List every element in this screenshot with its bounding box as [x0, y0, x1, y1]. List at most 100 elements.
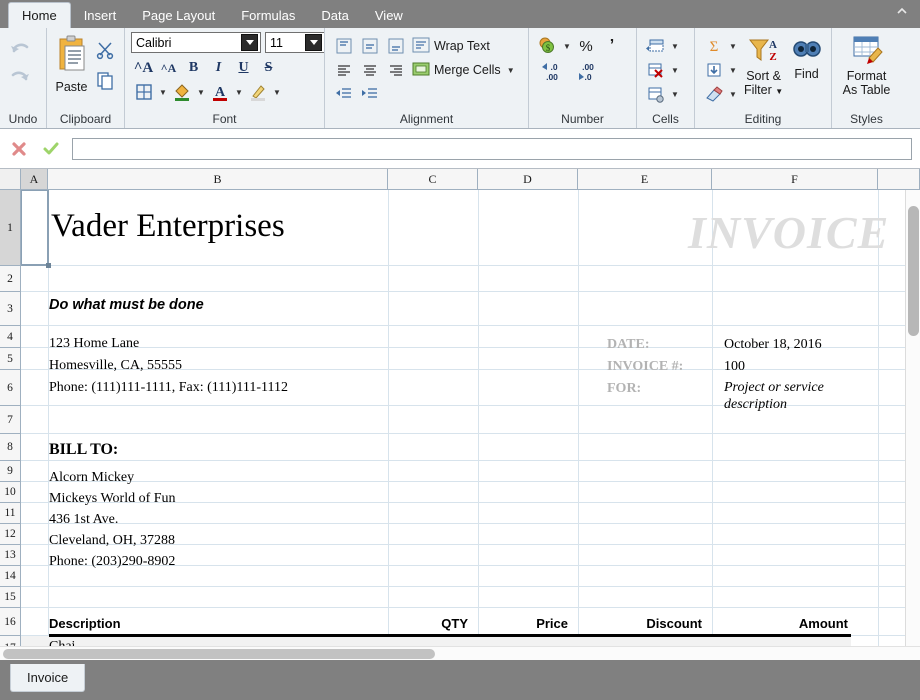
- increase-decimal-icon[interactable]: .0 .00: [537, 58, 571, 84]
- row-header-14[interactable]: 14: [0, 566, 21, 587]
- row-header-13[interactable]: 13: [0, 545, 21, 566]
- select-all-corner[interactable]: [0, 169, 21, 189]
- column-header-c[interactable]: C: [388, 169, 478, 189]
- row-header-2[interactable]: 2: [0, 266, 21, 292]
- decrease-indent-icon[interactable]: [331, 82, 357, 106]
- ribbon-tab-insert[interactable]: Insert: [71, 4, 130, 28]
- bold-button[interactable]: B: [181, 56, 206, 80]
- row-header-15[interactable]: 15: [0, 587, 21, 608]
- row-header-17[interactable]: 17: [0, 636, 21, 646]
- row-header-7[interactable]: 7: [0, 406, 21, 434]
- format-cells-dropdown-icon[interactable]: ▼: [669, 83, 681, 105]
- paste-button[interactable]: Paste: [53, 34, 90, 94]
- row-header-11[interactable]: 11: [0, 503, 21, 524]
- font-name-combo[interactable]: [131, 32, 261, 53]
- merge-cells-dropdown-icon[interactable]: ▼: [505, 59, 517, 81]
- currency-icon[interactable]: $: [535, 34, 561, 58]
- insert-cells-dropdown-icon[interactable]: ▼: [669, 35, 681, 57]
- italic-button[interactable]: I: [206, 56, 231, 80]
- sheet-tab-invoice[interactable]: Invoice: [10, 664, 86, 692]
- format-cells-icon[interactable]: [643, 82, 669, 106]
- currency-dropdown-icon[interactable]: ▼: [561, 35, 573, 57]
- clear-dropdown-icon[interactable]: ▼: [727, 83, 739, 105]
- sheet-canvas[interactable]: Vader Enterprises INVOICE Do what must b…: [21, 190, 920, 646]
- align-center-icon[interactable]: [357, 58, 383, 82]
- row-header-3[interactable]: 3: [0, 292, 21, 326]
- ribbon-tab-data[interactable]: Data: [308, 4, 361, 28]
- delete-cells-dropdown-icon[interactable]: ▼: [669, 59, 681, 81]
- font-size-input[interactable]: [266, 33, 305, 52]
- align-middle-icon[interactable]: [357, 34, 383, 58]
- row-header-6[interactable]: 6: [0, 370, 21, 406]
- selected-cell-a1[interactable]: [21, 190, 49, 266]
- accept-check-icon[interactable]: [40, 138, 62, 160]
- scissors-icon[interactable]: [92, 38, 118, 62]
- grow-font-icon[interactable]: ^A: [131, 56, 156, 80]
- highlight-dropdown-icon[interactable]: ▼: [271, 81, 283, 103]
- font-color-icon[interactable]: A: [207, 80, 233, 104]
- row-header-1[interactable]: 1: [0, 190, 21, 266]
- fill-handle[interactable]: [46, 263, 51, 268]
- formula-input[interactable]: [72, 137, 912, 160]
- vertical-scrollbar[interactable]: [905, 190, 920, 646]
- horizontal-scrollbar-thumb[interactable]: [3, 649, 435, 659]
- fill-down-icon[interactable]: [701, 58, 727, 82]
- font-name-dropdown-icon[interactable]: [241, 34, 258, 51]
- delete-cells-icon[interactable]: [643, 58, 669, 82]
- merge-cells-button[interactable]: Merge Cells ▼: [409, 58, 520, 82]
- sort-and-filter-button[interactable]: A Z Sort & Filter ▼: [739, 34, 788, 99]
- fill-color-icon[interactable]: [169, 80, 195, 104]
- strikethrough-button[interactable]: S: [256, 56, 281, 80]
- ribbon-tab-view[interactable]: View: [362, 4, 416, 28]
- column-header-f[interactable]: F: [712, 169, 878, 189]
- column-header-a[interactable]: A: [21, 169, 48, 189]
- row-header-16[interactable]: 16: [0, 608, 21, 636]
- font-color-dropdown-icon[interactable]: ▼: [233, 81, 245, 103]
- wrap-text-button[interactable]: Wrap Text: [409, 34, 493, 58]
- redo-arrow-icon[interactable]: [6, 64, 34, 90]
- ribbon-tab-page-layout[interactable]: Page Layout: [129, 4, 228, 28]
- underline-button[interactable]: U: [231, 56, 256, 80]
- decrease-decimal-icon[interactable]: .00 .0: [571, 58, 605, 84]
- row-header-4[interactable]: 4: [0, 326, 21, 348]
- comma-style-button[interactable]: ’: [599, 34, 625, 58]
- autosum-dropdown-icon[interactable]: ▼: [727, 35, 739, 57]
- collapse-ribbon-icon[interactable]: [894, 4, 910, 20]
- copy-icon[interactable]: [92, 68, 118, 92]
- row-header-8[interactable]: 8: [0, 434, 21, 461]
- vertical-scrollbar-thumb[interactable]: [908, 206, 919, 336]
- horizontal-scrollbar[interactable]: [0, 646, 920, 660]
- column-header-b[interactable]: B: [48, 169, 388, 189]
- fill-dropdown-icon[interactable]: ▼: [727, 59, 739, 81]
- row-header-9[interactable]: 9: [0, 461, 21, 482]
- font-name-input[interactable]: [132, 33, 241, 52]
- autosum-sigma-icon[interactable]: Σ: [701, 34, 727, 58]
- insert-cells-icon[interactable]: [643, 34, 669, 58]
- percent-style-button[interactable]: %: [573, 34, 599, 58]
- row-header-5[interactable]: 5: [0, 348, 21, 370]
- font-size-combo[interactable]: [265, 32, 325, 53]
- ribbon-tab-formulas[interactable]: Formulas: [228, 4, 308, 28]
- align-bottom-icon[interactable]: [383, 34, 409, 58]
- column-header-g[interactable]: [878, 169, 920, 189]
- column-header-d[interactable]: D: [478, 169, 578, 189]
- ribbon-tab-home[interactable]: Home: [8, 2, 71, 28]
- undo-arrow-icon[interactable]: [6, 36, 34, 62]
- font-size-dropdown-icon[interactable]: [305, 34, 322, 51]
- increase-indent-icon[interactable]: [357, 82, 383, 106]
- fill-color-dropdown-icon[interactable]: ▼: [195, 81, 207, 103]
- align-right-icon[interactable]: [383, 58, 409, 82]
- row-header-10[interactable]: 10: [0, 482, 21, 503]
- column-header-e[interactable]: E: [578, 169, 712, 189]
- find-button[interactable]: Find: [788, 34, 825, 81]
- borders-dropdown-icon[interactable]: ▼: [157, 81, 169, 103]
- format-as-table-button[interactable]: Format As Table: [839, 34, 895, 97]
- shrink-font-icon[interactable]: ^A: [156, 56, 181, 80]
- align-top-icon[interactable]: [331, 34, 357, 58]
- cancel-x-icon[interactable]: [8, 138, 30, 160]
- row-header-12[interactable]: 12: [0, 524, 21, 545]
- highlight-pen-icon[interactable]: [245, 80, 271, 104]
- align-left-icon[interactable]: [331, 58, 357, 82]
- borders-icon[interactable]: [131, 80, 157, 104]
- clear-eraser-icon[interactable]: [701, 82, 727, 106]
